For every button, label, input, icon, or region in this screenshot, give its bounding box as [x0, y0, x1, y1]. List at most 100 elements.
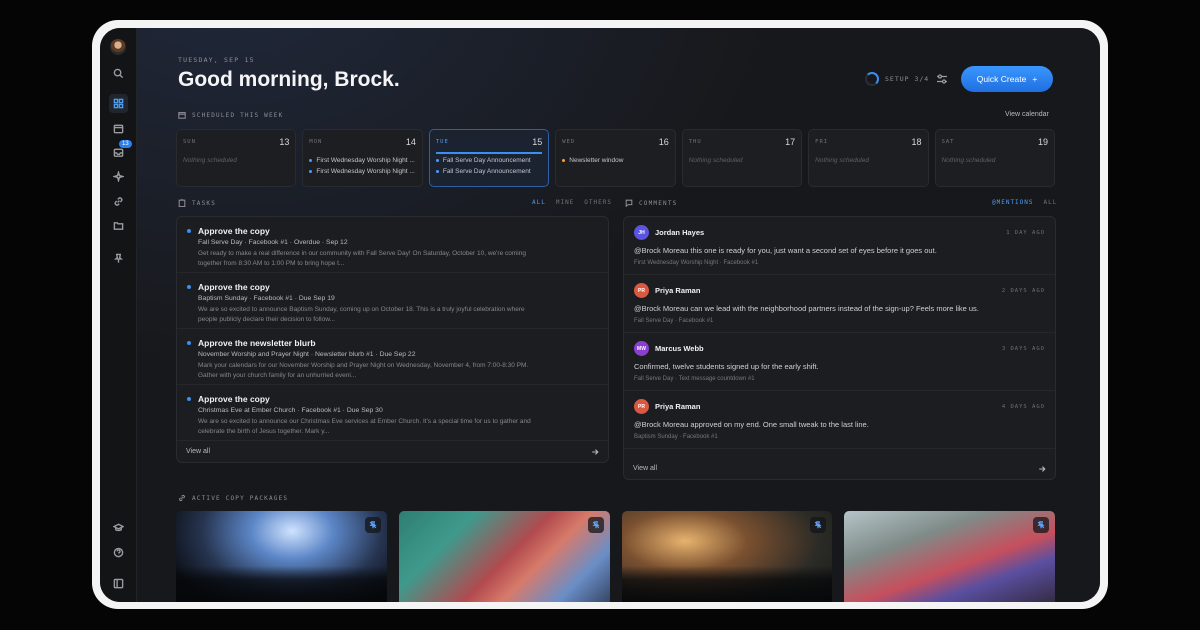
task-item[interactable]: Approve the copy Christmas Eve at Ember … [177, 385, 608, 441]
scheduled-event[interactable]: First Wednesday Worship Night ... [309, 157, 415, 164]
calendar-icon[interactable] [109, 119, 128, 138]
empty-day-text: Nothing scheduled [815, 157, 869, 164]
quick-create-button[interactable]: Quick Create + [961, 66, 1053, 92]
day-mon[interactable]: MON 14 First Wednesday Worship Night ... … [302, 129, 423, 187]
week-section-label: SCHEDULED THIS WEEK [178, 111, 283, 119]
packages-section-label: ACTIVE COPY PACKAGES [178, 494, 288, 502]
tab-mine[interactable]: MINE [556, 199, 574, 206]
tab-all[interactable]: ALL [532, 199, 546, 206]
day-number: 15 [532, 137, 543, 147]
comment-context: Fall Serve Day · Facebook #1 [634, 318, 714, 324]
comment-item[interactable]: JH Jordan Hayes 1 DAY AGO @Brock Moreau t… [624, 217, 1055, 275]
day-fri[interactable]: FRI 18 Nothing scheduled [808, 129, 929, 187]
inbox-icon[interactable]: 13 [109, 140, 132, 162]
people-laughing-image[interactable] [621, 511, 833, 602]
unpin-icon[interactable] [364, 517, 381, 533]
day-sat[interactable]: SAT 19 Nothing scheduled [934, 129, 1055, 187]
comment-time: 2 DAYS AGO [1001, 288, 1045, 294]
avatar: JH [634, 225, 649, 240]
empty-day-text: Nothing scheduled [941, 157, 996, 164]
unpin-icon[interactable] [810, 517, 827, 533]
tasks-panel: Approve the copy Fall Serve Day · Facebo… [176, 216, 609, 463]
comment-text: @Brock Moreau can we lead with the neigh… [634, 304, 979, 313]
day-number: 19 [1037, 137, 1048, 147]
scheduled-event[interactable]: Fall Serve Day Announcement [435, 157, 542, 164]
task-item[interactable]: Approve the newsletter blurb November Wo… [177, 329, 608, 385]
scheduled-event[interactable]: Newsletter window [562, 157, 668, 164]
sparkle-icon[interactable] [109, 167, 128, 186]
day-number: 13 [279, 137, 290, 147]
comment-time: 3 DAYS AGO [1001, 346, 1045, 352]
dashboard-icon[interactable] [109, 94, 128, 113]
image-shade [621, 566, 833, 602]
empty-day-text: Nothing scheduled [183, 157, 237, 164]
panel-icon[interactable] [109, 574, 128, 593]
sidebar: 13 [100, 28, 137, 602]
week-label: SCHEDULED THIS WEEK [192, 111, 284, 119]
graduation-cap-icon[interactable] [109, 518, 128, 537]
view-calendar-link[interactable]: View calendar [1005, 111, 1049, 118]
tasks-label: TASKS [192, 199, 217, 207]
avatar: PR [634, 399, 649, 414]
unpin-icon[interactable] [1033, 517, 1049, 533]
comment-item[interactable]: MW Marcus Webb 3 DAYS AGO Confirmed, twel… [624, 333, 1055, 391]
day-sun[interactable]: SUN 13 Nothing scheduled [176, 129, 297, 187]
concert-crowd-image[interactable] [176, 511, 387, 602]
event-label: First Wednesday Worship Night ... [316, 168, 415, 175]
comment-item[interactable]: PR Priya Raman 2 DAYS AGO @Brock Moreau c… [624, 275, 1055, 333]
comment-icon [625, 199, 633, 207]
task-preview: We are so excited to announce Baptism Su… [198, 306, 525, 323]
tasks-view-all[interactable]: View all [177, 441, 608, 462]
avatar[interactable] [110, 39, 126, 55]
comments-view-all[interactable]: View all [624, 458, 1055, 479]
tab-others[interactable]: OTHERS [584, 199, 612, 206]
copy-packages [176, 511, 1055, 602]
setup-label: SETUP 3/4 [885, 75, 930, 83]
day-thu[interactable]: THU 17 Nothing scheduled [681, 129, 803, 187]
arrow-right-icon [1039, 465, 1046, 472]
comment-author: Marcus Webb [655, 344, 704, 353]
day-tue[interactable]: TUE 15 Fall Serve Day Announcement Fall S… [428, 129, 550, 187]
comment-text: @Brock Moreau approved on my end. One sm… [634, 420, 869, 429]
task-item[interactable]: Approve the copy Fall Serve Day · Facebo… [177, 217, 608, 273]
sliders-icon[interactable] [936, 72, 948, 84]
task-preview: We are so excited to announce our Christ… [198, 418, 531, 435]
day-name: WED [562, 139, 576, 145]
event-dot [309, 159, 313, 162]
help-icon[interactable] [109, 543, 128, 562]
tab-mentions[interactable]: @MENTIONS [992, 199, 1034, 206]
pin-icon[interactable] [109, 249, 128, 268]
day-name: THU [688, 139, 702, 145]
scheduled-event[interactable]: First Wednesday Worship Night ... [309, 168, 415, 175]
empty-day-text: Nothing scheduled [688, 157, 743, 164]
tab-all-comments[interactable]: ALL [1044, 199, 1058, 206]
link-icon[interactable] [109, 192, 128, 211]
event-label: First Wednesday Worship Night ... [316, 157, 415, 164]
day-wed[interactable]: WED 16 Newsletter window [555, 129, 676, 187]
search-icon[interactable] [109, 64, 128, 83]
task-meta: Christmas Eve at Ember Church · Facebook… [198, 407, 383, 414]
task-meta: Baptism Sunday · Facebook #1 · Due Sep 1… [198, 295, 335, 302]
comment-time: 1 DAY AGO [1006, 230, 1045, 236]
unpin-icon[interactable] [587, 517, 604, 533]
task-item[interactable]: Approve the copy Baptism Sunday · Facebo… [177, 273, 608, 329]
event-label: Newsletter window [569, 157, 624, 164]
task-title: Approve the copy [198, 226, 270, 236]
avatar: MW [634, 341, 649, 356]
outdoor-gathering-image[interactable] [844, 511, 1055, 602]
scheduled-event[interactable]: Fall Serve Day Announcement [435, 168, 542, 175]
unread-dot [187, 229, 191, 233]
comment-author: Jordan Hayes [655, 228, 705, 237]
progress-ring-icon [865, 72, 879, 86]
folder-icon[interactable] [109, 216, 128, 235]
page-title: Good morning, Brock. [178, 68, 400, 91]
task-preview: Mark your calendars for our November Wor… [198, 362, 529, 379]
setup-progress[interactable]: SETUP 3/4 [865, 72, 929, 86]
comment-text: Confirmed, twelve students signed up for… [634, 362, 819, 371]
day-number: 16 [658, 137, 669, 147]
comment-item[interactable]: PR Priya Raman 4 DAYS AGO @Brock Moreau a… [624, 391, 1055, 449]
arrow-right-icon [592, 448, 599, 455]
stacked-hands-image[interactable] [398, 511, 610, 602]
current-date: TUESDAY, SEP 15 [178, 56, 255, 64]
plus-icon: + [1032, 74, 1038, 84]
